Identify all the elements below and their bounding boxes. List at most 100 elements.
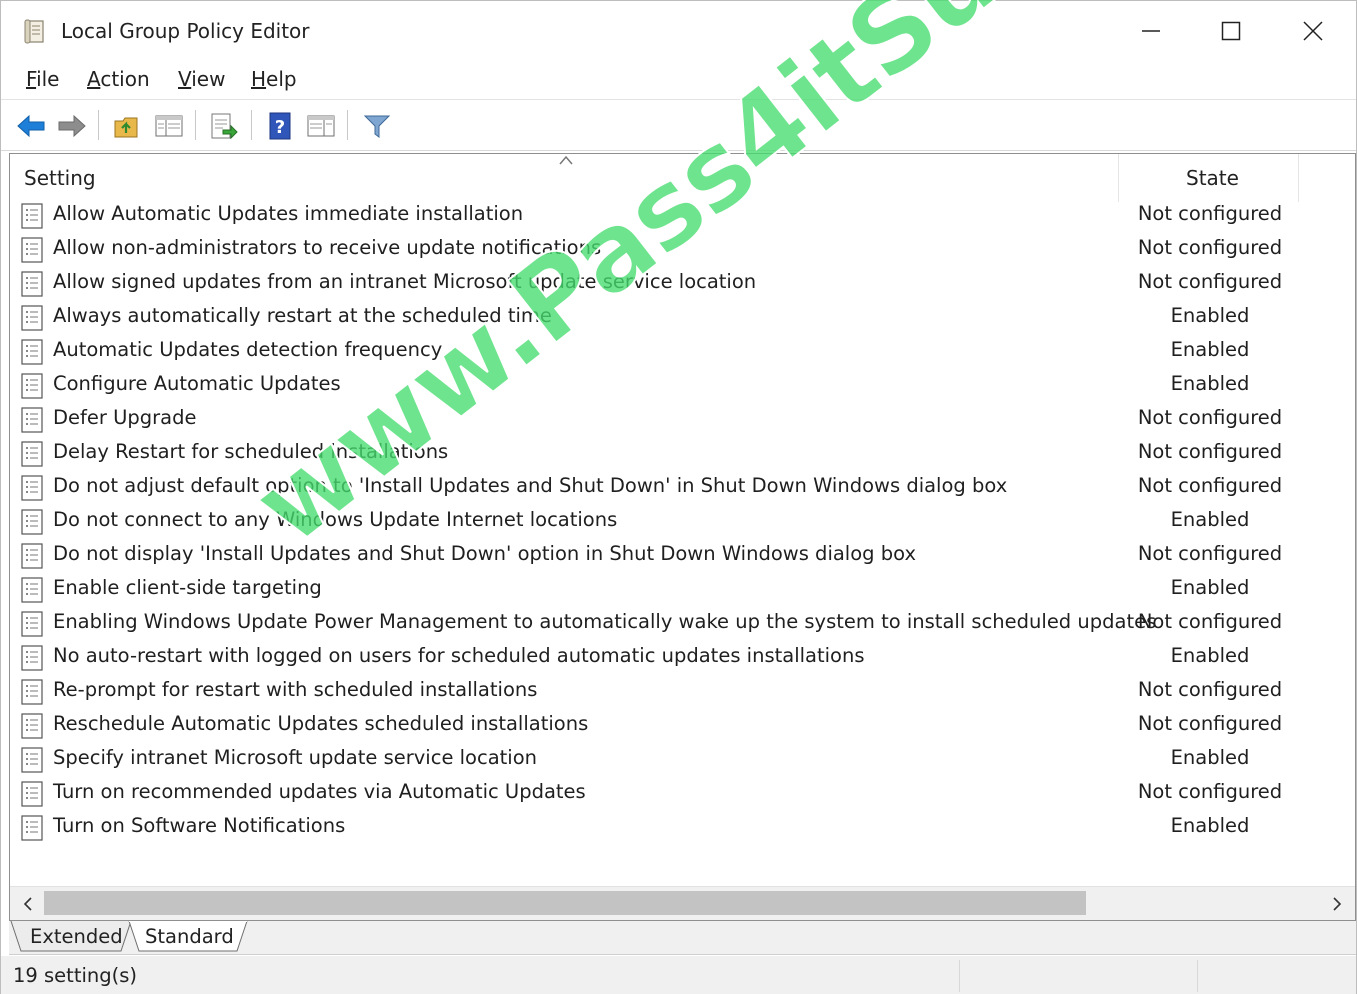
table-row[interactable]: Turn on recommended updates via Automati… <box>10 777 1355 811</box>
maximize-button[interactable] <box>1201 11 1261 51</box>
setting-name: Do not display 'Install Updates and Shut… <box>53 542 916 565</box>
chevron-right-icon <box>1333 897 1342 911</box>
column-header-state[interactable]: State <box>1186 166 1239 190</box>
policy-setting-icon <box>21 373 43 399</box>
group-policy-editor-window: Local Group Policy Editor File Action Vi… <box>0 0 1357 994</box>
setting-name: Turn on recommended updates via Automati… <box>53 780 586 803</box>
table-row[interactable]: Re-prompt for restart with scheduled ins… <box>10 675 1355 709</box>
show-hide-tree-button[interactable] <box>153 110 185 142</box>
table-row[interactable]: Turn on Software Notifications Enabled <box>10 811 1355 845</box>
menu-file-accel: F <box>26 67 37 91</box>
setting-name: No auto-restart with logged on users for… <box>53 644 865 667</box>
status-bar: 19 setting(s) <box>1 956 1356 994</box>
setting-state: Enabled <box>1170 746 1250 769</box>
setting-name: Allow non-administrators to receive upda… <box>53 236 602 259</box>
setting-name: Delay Restart for scheduled installation… <box>53 440 449 463</box>
policy-setting-icon <box>21 407 43 433</box>
setting-state: Enabled <box>1170 576 1250 599</box>
table-row[interactable]: Do not display 'Install Updates and Shut… <box>10 539 1355 573</box>
setting-name: Configure Automatic Updates <box>53 372 341 395</box>
minimize-button[interactable] <box>1121 11 1181 51</box>
toolbar-separator <box>347 110 348 140</box>
table-row[interactable]: Do not adjust default option to 'Install… <box>10 471 1355 505</box>
toolbar-separator <box>251 110 252 140</box>
tab-extended[interactable]: Extended <box>9 921 133 953</box>
policy-setting-icon <box>21 237 43 263</box>
setting-state: Not configured <box>1137 678 1283 701</box>
table-row[interactable]: Specify intranet Microsoft update servic… <box>10 743 1355 777</box>
help-icon: ? <box>269 112 291 140</box>
show-hide-tree-icon <box>155 115 183 137</box>
menu-view[interactable]: View <box>178 67 225 91</box>
setting-state: Not configured <box>1137 440 1283 463</box>
policy-setting-icon <box>21 577 43 603</box>
minimize-icon <box>1142 30 1160 32</box>
table-row[interactable]: Allow Automatic Updates immediate instal… <box>10 199 1355 233</box>
menu-action[interactable]: Action <box>87 67 150 91</box>
table-row[interactable]: Allow non-administrators to receive upda… <box>10 233 1355 267</box>
policy-setting-icon <box>21 815 43 841</box>
table-row[interactable]: Allow signed updates from an intranet Mi… <box>10 267 1355 301</box>
toolbar-separator <box>98 110 99 140</box>
menu-help-rest: elp <box>266 67 297 91</box>
table-row[interactable]: No auto-restart with logged on users for… <box>10 641 1355 675</box>
properties-button[interactable] <box>305 110 337 142</box>
filter-button[interactable] <box>361 110 393 142</box>
policy-setting-icon <box>21 509 43 535</box>
status-divider <box>959 960 960 992</box>
table-row[interactable]: Defer Upgrade Not configured <box>10 403 1355 437</box>
forward-button[interactable] <box>56 110 88 142</box>
column-divider[interactable] <box>1298 154 1299 202</box>
menu-help[interactable]: Help <box>251 67 297 91</box>
close-button[interactable] <box>1283 11 1343 51</box>
table-row[interactable]: Enabling Windows Update Power Management… <box>10 607 1355 641</box>
svg-text:?: ? <box>275 117 285 138</box>
policy-editor-app-icon <box>23 19 47 45</box>
setting-name: Allow Automatic Updates immediate instal… <box>53 202 524 225</box>
table-row[interactable]: Automatic Updates detection frequency Ena… <box>10 335 1355 369</box>
setting-name: Turn on Software Notifications <box>53 814 346 837</box>
table-row[interactable]: Always automatically restart at the sche… <box>10 301 1355 335</box>
setting-state: Not configured <box>1137 270 1283 293</box>
policy-setting-icon <box>21 305 43 331</box>
tab-standard[interactable]: Standard <box>127 921 251 953</box>
policy-setting-icon <box>21 203 43 229</box>
scroll-right-button[interactable] <box>1325 892 1349 916</box>
setting-name: Re-prompt for restart with scheduled ins… <box>53 678 538 701</box>
setting-state: Not configured <box>1137 712 1283 735</box>
column-header-setting[interactable]: Setting <box>24 166 96 190</box>
setting-state: Not configured <box>1137 780 1283 803</box>
setting-name: Always automatically restart at the sche… <box>53 304 552 327</box>
help-button[interactable]: ? <box>264 110 296 142</box>
table-row[interactable]: Configure Automatic Updates Enabled <box>10 369 1355 403</box>
setting-state: Not configured <box>1137 610 1283 633</box>
policy-setting-icon <box>21 611 43 637</box>
sort-ascending-icon <box>559 155 573 165</box>
horizontal-scrollbar[interactable] <box>10 886 1355 920</box>
setting-state: Not configured <box>1137 202 1283 225</box>
column-divider[interactable] <box>1118 154 1119 202</box>
back-button[interactable] <box>15 110 47 142</box>
scrollbar-thumb[interactable] <box>44 891 1086 915</box>
table-row[interactable]: Enable client-side targeting Enabled <box>10 573 1355 607</box>
window-title: Local Group Policy Editor <box>61 19 310 43</box>
table-row[interactable]: Reschedule Automatic Updates scheduled i… <box>10 709 1355 743</box>
setting-name: Enabling Windows Update Power Management… <box>53 610 1157 633</box>
menu-action-accel: A <box>87 67 101 91</box>
back-arrow-icon <box>17 114 45 138</box>
policy-setting-icon <box>21 441 43 467</box>
menu-file[interactable]: File <box>26 67 59 91</box>
export-list-button[interactable] <box>208 110 240 142</box>
setting-state: Enabled <box>1170 372 1250 395</box>
setting-name: Specify intranet Microsoft update servic… <box>53 746 538 769</box>
up-one-level-button[interactable] <box>111 110 143 142</box>
menu-help-accel: H <box>251 67 267 91</box>
up-folder-icon <box>114 117 138 138</box>
table-row[interactable]: Do not connect to any Windows Update Int… <box>10 505 1355 539</box>
table-row[interactable]: Delay Restart for scheduled installation… <box>10 437 1355 471</box>
setting-state: Enabled <box>1170 814 1250 837</box>
scroll-left-button[interactable] <box>16 892 40 916</box>
setting-name: Allow signed updates from an intranet Mi… <box>53 270 757 293</box>
forward-arrow-icon <box>58 114 86 138</box>
list-header: Setting State <box>10 154 1355 202</box>
